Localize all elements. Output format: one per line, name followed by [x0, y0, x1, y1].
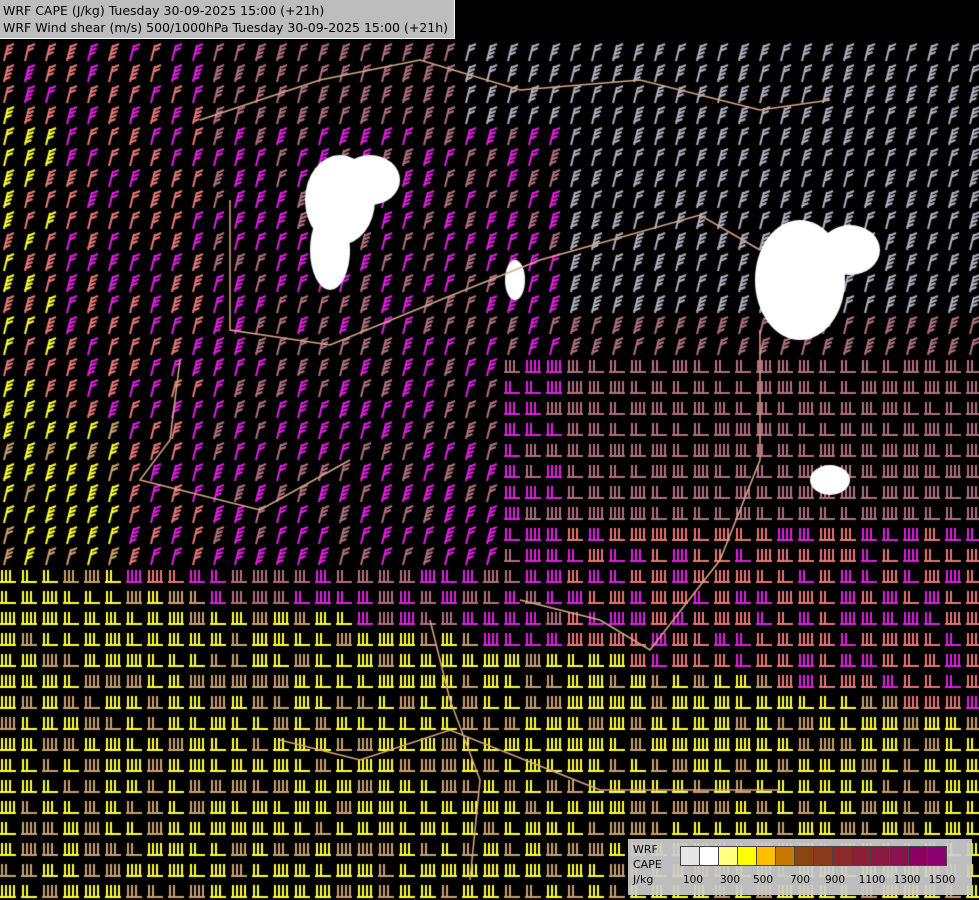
legend-swatch — [927, 846, 947, 866]
legend-swatch — [794, 846, 814, 866]
legend-tick-label: 300 — [719, 874, 741, 886]
legend-swatch — [775, 846, 795, 866]
legend-swatch — [737, 846, 757, 866]
weather-map-canvas — [0, 0, 979, 900]
legend-swatch — [699, 846, 719, 866]
legend-tick-label: 1500 — [928, 874, 956, 886]
legend-label-model: WRF — [633, 843, 658, 856]
legend-label-field: CAPE — [633, 858, 662, 871]
legend-swatch — [889, 846, 909, 866]
legend-swatch — [718, 846, 738, 866]
legend-tick-label: 100 — [682, 874, 704, 886]
legend-swatch — [756, 846, 776, 866]
legend-swatches — [680, 846, 947, 866]
map-title-box: WRF CAPE (J/kg) Tuesday 30-09-2025 15:00… — [0, 0, 456, 39]
title-cape: WRF CAPE (J/kg) Tuesday 30-09-2025 15:00… — [3, 3, 325, 18]
legend-swatch — [832, 846, 852, 866]
title-wind-shear: WRF Wind shear (m/s) 500/1000hPa Tuesday… — [3, 20, 449, 35]
legend-swatch — [870, 846, 890, 866]
legend-label-unit: J/kg — [633, 873, 654, 886]
legend-tick-label: 900 — [824, 874, 846, 886]
legend-ticks: 100 300 500 700 900 1100 1300 1500 — [680, 874, 970, 888]
cape-legend: WRF CAPE J/kg 100 300 500 700 900 1100 1300 150… — [628, 839, 972, 895]
legend-swatch — [851, 846, 871, 866]
legend-tick-label: 1100 — [858, 874, 886, 886]
legend-tick-label: 500 — [752, 874, 774, 886]
legend-tick-label: 1300 — [893, 874, 921, 886]
legend-tick-label: 700 — [789, 874, 811, 886]
legend-swatch — [813, 846, 833, 866]
legend-swatch — [908, 846, 928, 866]
legend-swatch — [680, 846, 700, 866]
